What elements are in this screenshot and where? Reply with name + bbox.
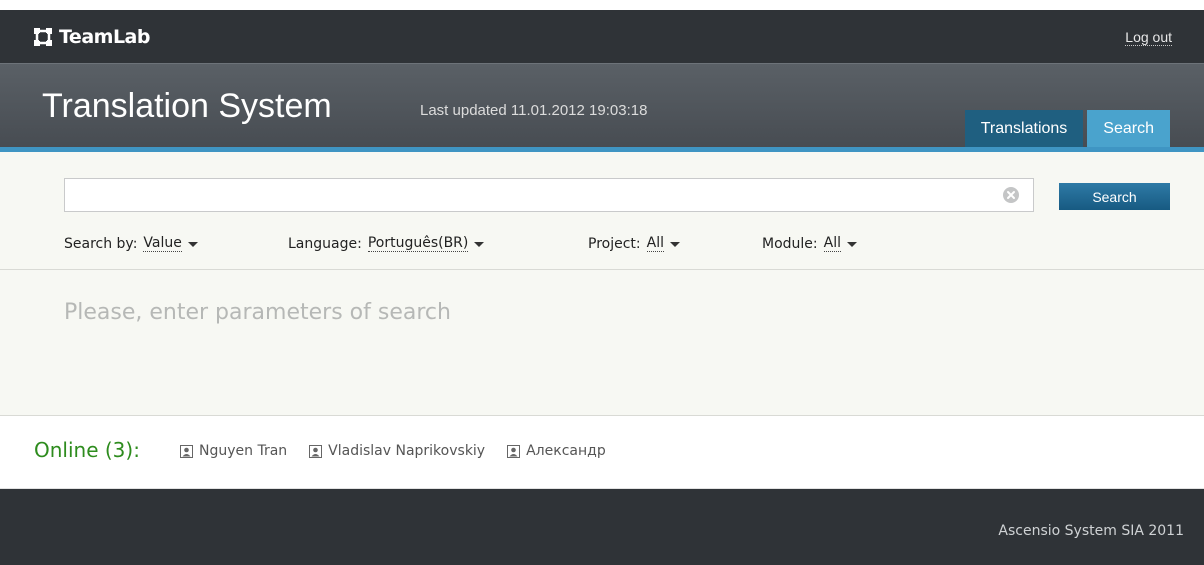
search-results-area: Please, enter parameters of search [0, 270, 1204, 416]
filter-language-value[interactable]: Português(BR) [367, 236, 469, 252]
last-updated-text: Last updated 11.01.2012 19:03:18 [420, 102, 648, 119]
logout-link[interactable]: Log out [1125, 29, 1172, 46]
online-users-bar: Online (3): Nguyen Tran Vladislav Naprik… [0, 416, 1204, 489]
top-bar: Team Lab Log out [0, 10, 1204, 63]
chevron-down-icon[interactable] [474, 241, 485, 247]
online-user[interactable]: Vladislav Naprikovskiy [309, 443, 485, 459]
teamlab-logo[interactable]: Team Lab [34, 26, 150, 48]
user-icon [507, 444, 521, 458]
chevron-down-icon[interactable] [187, 241, 198, 247]
filter-search-by[interactable]: Search by: Value [64, 236, 198, 252]
filter-search-by-label: Search by: [64, 236, 138, 252]
copyright-text: Ascensio System SIA 2011 [998, 523, 1184, 539]
online-label: Online (3): [34, 438, 140, 462]
user-icon [309, 444, 323, 458]
chevron-down-icon[interactable] [846, 241, 857, 247]
filter-project-label: Project: [588, 236, 641, 252]
main-tabs: Translations Search [961, 110, 1170, 148]
search-panel: Search Search by: Value Language: Portug… [0, 152, 1204, 270]
online-user[interactable]: Александр [507, 443, 606, 459]
page-title: Translation System [42, 87, 332, 125]
empty-results-message: Please, enter parameters of search [64, 300, 451, 325]
filter-module-value[interactable]: All [823, 236, 841, 252]
search-button[interactable]: Search [1059, 183, 1170, 210]
logo-text-team: Team [59, 26, 113, 48]
logo-text-lab: Lab [112, 26, 151, 48]
filter-search-by-value[interactable]: Value [143, 236, 182, 252]
search-input-wrapper [64, 178, 1034, 212]
filter-module-label: Module: [762, 236, 818, 252]
filter-language-label: Language: [288, 236, 362, 252]
online-users-list: Nguyen Tran Vladislav Naprikovskiy Алекс… [180, 443, 628, 459]
chevron-down-icon[interactable] [669, 241, 680, 247]
search-input[interactable] [65, 179, 1033, 211]
online-user-name: Александр [526, 443, 606, 459]
user-icon [180, 444, 193, 458]
online-user-name: Vladislav Naprikovskiy [328, 443, 486, 459]
filter-language[interactable]: Language: Português(BR) [288, 236, 485, 252]
filter-project[interactable]: Project: All [588, 236, 680, 252]
filter-project-value[interactable]: All [646, 236, 664, 252]
online-user-name: Nguyen Tran [199, 443, 288, 459]
clear-search-icon[interactable] [1003, 187, 1019, 203]
page-header: Translation System Last updated 11.01.20… [0, 63, 1204, 148]
page-footer: Ascensio System SIA 2011 [0, 489, 1204, 565]
filter-module[interactable]: Module: All [762, 236, 857, 252]
teamlab-logo-icon [34, 28, 52, 46]
tab-translations[interactable]: Translations [964, 110, 1084, 148]
online-user[interactable]: Nguyen Tran [180, 443, 287, 459]
tab-search[interactable]: Search [1087, 110, 1170, 148]
